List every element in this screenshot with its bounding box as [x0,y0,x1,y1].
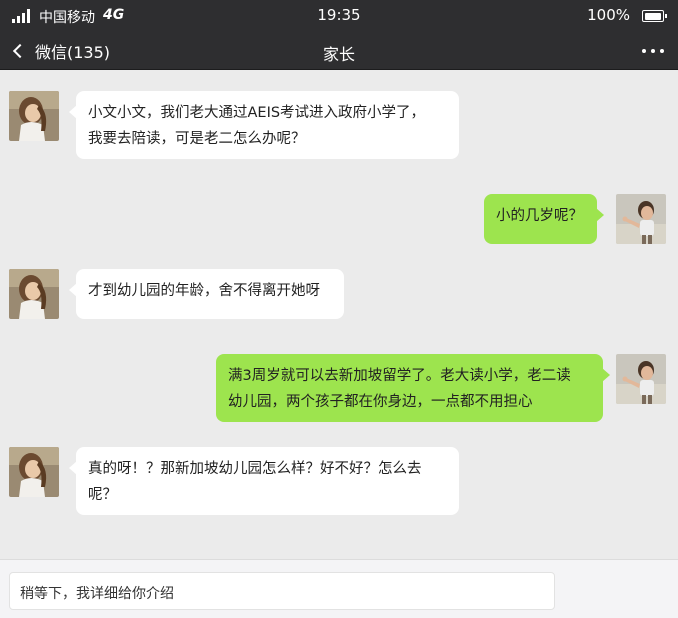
message-bubble[interactable]: 才到幼儿园的年龄，舍不得离开她呀 [69,269,344,319]
girl-avatar-icon [9,269,59,319]
message-line: 小文小文，我们老大通过AEIS考试进入政府小学了， [88,105,426,121]
message-line: 才到幼儿园的年龄，舍不得离开她呀 [88,283,320,299]
chevron-left-icon [12,43,28,59]
battery-percent: 100% [587,6,630,24]
status-bar: 中国移动 4G 19:35 100% [0,0,678,32]
more-dots-icon [642,49,646,53]
back-button[interactable]: 微信(135) [12,39,110,63]
more-dots-icon [660,49,664,53]
boy-avatar-icon [616,194,666,244]
message-line: 满3周岁就可以去新加坡留学了。老大读小学，老二读 [228,368,571,384]
input-bar: 稍等下，我详细给你介绍 [0,559,678,618]
message-bubble[interactable]: 小文小文，我们老大通过AEIS考试进入政府小学了， 我要去陪读，可是老二怎么办呢… [69,91,459,159]
parent-avatar[interactable] [9,91,59,141]
back-label: 微信(135) [35,43,111,62]
my-avatar[interactable] [616,194,666,244]
message-bubble[interactable]: 小的几岁呢？ [484,194,604,244]
more-dots-icon [651,49,655,53]
nav-bar: 微信(135) 家长 [0,32,678,70]
boy-avatar-icon [616,354,666,404]
message-line: 真的呀！？那新加坡幼儿园怎么样？好不好？怎么去 [88,461,422,477]
clock: 19:35 [317,6,361,24]
more-button[interactable] [642,42,664,60]
message-line: 我要去陪读，可是老二怎么办呢？ [88,131,306,147]
parent-avatar[interactable] [9,447,59,497]
my-avatar[interactable] [616,354,666,404]
message-line: 小的几岁呢？ [496,208,583,224]
chat-area[interactable]: 小文小文，我们老大通过AEIS考试进入政府小学了， 我要去陪读，可是老二怎么办呢… [0,71,678,559]
battery-icon [642,10,667,22]
message-bubble[interactable]: 满3周岁就可以去新加坡留学了。老大读小学，老二读 幼儿园，两个孩子都在你身边，一… [216,354,610,422]
parent-avatar[interactable] [9,269,59,319]
message-line: 呢？ [88,487,117,503]
girl-avatar-icon [9,447,59,497]
battery-fill [644,12,661,20]
message-line: 幼儿园，两个孩子都在你身边，一点都不用担心 [228,394,533,410]
girl-avatar-icon [9,91,59,141]
message-input[interactable]: 稍等下，我详细给你介绍 [9,572,555,610]
message-bubble[interactable]: 真的呀！？那新加坡幼儿园怎么样？好不好？怎么去 呢？ [69,447,459,515]
